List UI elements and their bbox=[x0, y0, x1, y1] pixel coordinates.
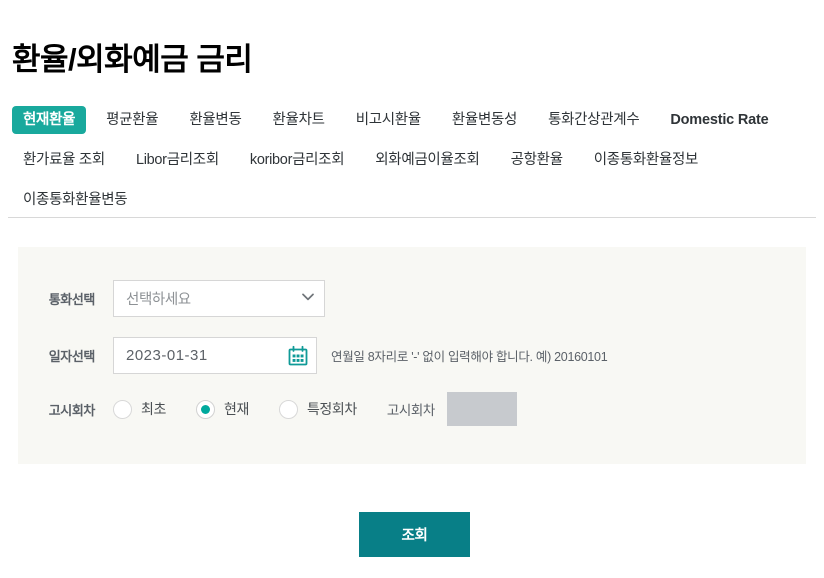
round-radio-label: 최초 bbox=[141, 401, 166, 417]
currency-select-label: 통화선택 bbox=[48, 292, 96, 307]
currency-select-value: 선택하세요 bbox=[126, 292, 191, 308]
tab-9[interactable]: 환가료율 조회 bbox=[12, 146, 116, 174]
calendar-icon[interactable] bbox=[287, 345, 309, 367]
round-radio-option-1[interactable]: 최초 bbox=[113, 399, 166, 419]
round-number-input[interactable] bbox=[446, 392, 517, 426]
search-form-panel: 통화선택 선택하세요 일자선택 2023-01-31 연월일 8자리로 '-' … bbox=[18, 247, 806, 464]
currency-select-row: 통화선택 선택하세요 bbox=[18, 280, 325, 317]
round-select-row: 고시회차 최초 현재 특정회차 고시회차 bbox=[18, 392, 517, 426]
header-divider bbox=[8, 217, 816, 218]
tab-1[interactable]: 현재환율 bbox=[12, 106, 87, 134]
date-select-label: 일자선택 bbox=[48, 349, 96, 364]
round-select-label: 고시회차 bbox=[48, 402, 96, 418]
tab-10[interactable]: Libor금리조회 bbox=[125, 146, 230, 174]
tab-14[interactable]: 이종통화환율정보 bbox=[583, 146, 709, 174]
round-radio-option-2[interactable]: 현재 bbox=[195, 399, 249, 419]
tab-8[interactable]: Domestic Rate bbox=[659, 106, 779, 134]
round-radio-label: 현재 bbox=[223, 401, 249, 417]
round-radio-group: 최초 현재 특정회차 bbox=[113, 399, 387, 419]
page-title: 환율/외화예금 금리 bbox=[12, 41, 253, 77]
tab-5[interactable]: 비고시환율 bbox=[345, 106, 432, 134]
tab-12[interactable]: 외화예금이율조회 bbox=[364, 146, 490, 174]
date-select-row: 일자선택 2023-01-31 연월일 8자리로 '-' 없이 입력해야 합니다… bbox=[18, 337, 608, 374]
date-format-help-text: 연월일 8자리로 '-' 없이 입력해야 합니다. 예) 20160101 bbox=[331, 350, 608, 364]
radio-indicator bbox=[278, 399, 298, 419]
search-submit-button[interactable]: 조회 bbox=[359, 512, 470, 557]
tab-11[interactable]: koribor금리조회 bbox=[239, 146, 355, 174]
tab-6[interactable]: 환율변동성 bbox=[441, 106, 528, 134]
date-input-value: 2023-01-31 bbox=[126, 347, 208, 364]
tab-2[interactable]: 평균환율 bbox=[95, 106, 169, 134]
chevron-down-icon bbox=[302, 293, 314, 303]
radio-indicator bbox=[113, 399, 132, 419]
tab-7[interactable]: 통화간상관계수 bbox=[537, 106, 650, 134]
tab-13[interactable]: 공항환율 bbox=[500, 146, 574, 174]
round-number-label: 고시회차 bbox=[386, 403, 435, 418]
radio-indicator bbox=[195, 399, 215, 419]
round-radio-option-3[interactable]: 특정회차 bbox=[278, 399, 357, 419]
tab-4[interactable]: 환율차트 bbox=[262, 106, 336, 134]
tab-15[interactable]: 이종통화환율변동 bbox=[12, 186, 138, 214]
tab-3[interactable]: 환율변동 bbox=[178, 106, 252, 134]
round-radio-label: 특정회차 bbox=[306, 401, 357, 417]
currency-select[interactable]: 선택하세요 bbox=[113, 280, 325, 317]
date-input-wrapper[interactable]: 2023-01-31 bbox=[113, 337, 317, 374]
tab-navigation: 현재환율 평균환율 환율변동 환율차트 비고시환율 환율변동성 통화간상관계수 Domesti… bbox=[12, 106, 812, 226]
